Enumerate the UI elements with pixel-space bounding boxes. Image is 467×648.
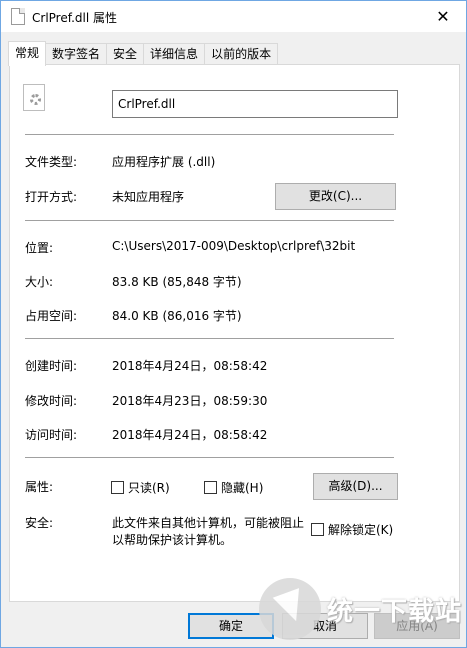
- security-text-line1: 此文件来自其他计算机，可能被阻止: [112, 516, 305, 530]
- modified-label: 修改时间:: [25, 394, 78, 408]
- advanced-button[interactable]: 高级(D)...: [313, 473, 398, 500]
- dll-file-icon: [23, 84, 45, 111]
- size-on-disk-value: 84.0 KB (86,016 字节): [112, 309, 242, 323]
- security-label: 安全:: [25, 516, 54, 530]
- attributes-label: 属性:: [25, 480, 54, 494]
- close-button[interactable]: ✕: [420, 1, 466, 32]
- tab-security[interactable]: 安全: [106, 43, 145, 65]
- properties-window: CrlPref.dll 属性 ✕ 常规 数字签名 安全 详细信息 以前的版本 C…: [0, 0, 467, 648]
- size-label: 大小:: [25, 275, 54, 289]
- separator: [25, 220, 394, 221]
- tab-previous-versions[interactable]: 以前的版本: [204, 43, 279, 65]
- file-type-value: 应用程序扩展 (.dll): [112, 155, 216, 169]
- readonly-checkbox-box[interactable]: [111, 481, 124, 494]
- separator: [25, 134, 394, 135]
- hidden-checkbox-box[interactable]: [204, 481, 217, 494]
- file-type-label: 文件类型:: [25, 155, 78, 169]
- file-name-field[interactable]: CrlPref.dll: [112, 90, 398, 118]
- created-value: 2018年4月24日，08:58:42: [112, 359, 268, 373]
- created-label: 创建时间:: [25, 359, 78, 373]
- location-label: 位置:: [25, 241, 54, 255]
- apply-button[interactable]: 应用(A): [374, 613, 460, 639]
- cancel-button[interactable]: 取消: [282, 613, 368, 639]
- separator: [25, 457, 394, 458]
- file-icon: [11, 8, 25, 25]
- window-title: CrlPref.dll 属性: [32, 11, 117, 25]
- unblock-checkbox-label: 解除锁定(K): [328, 523, 394, 537]
- tab-details[interactable]: 详细信息: [143, 43, 206, 65]
- tab-digital-signatures[interactable]: 数字签名: [45, 43, 108, 65]
- size-on-disk-label: 占用空间:: [25, 309, 78, 323]
- tab-general[interactable]: 常规: [8, 41, 47, 66]
- gear-icon: [30, 94, 41, 105]
- tab-bar: 常规 数字签名 安全 详细信息 以前的版本: [8, 41, 279, 66]
- title-bar[interactable]: CrlPref.dll 属性 ✕: [1, 1, 466, 32]
- readonly-checkbox[interactable]: 只读(R): [111, 479, 170, 496]
- accessed-value: 2018年4月24日，08:58:42: [112, 428, 268, 442]
- change-button[interactable]: 更改(C)...: [275, 183, 396, 210]
- unblock-checkbox[interactable]: 解除锁定(K): [311, 521, 393, 538]
- modified-value: 2018年4月23日，08:59:30: [112, 394, 268, 408]
- location-value: C:\Users\2017-009\Desktop\crlpref\32bit: [112, 239, 356, 253]
- accessed-label: 访问时间:: [25, 428, 78, 442]
- hidden-checkbox[interactable]: 隐藏(H): [204, 479, 263, 496]
- security-text-line2: 以帮助保护该计算机。: [112, 533, 233, 547]
- opens-with-label: 打开方式:: [25, 190, 78, 204]
- hidden-checkbox-label: 隐藏(H): [221, 481, 264, 495]
- readonly-checkbox-label: 只读(R): [128, 481, 170, 495]
- separator: [25, 338, 394, 339]
- ok-button[interactable]: 确定: [188, 613, 274, 639]
- unblock-checkbox-box[interactable]: [311, 523, 324, 536]
- size-value: 83.8 KB (85,848 字节): [112, 275, 242, 289]
- opens-with-value: 未知应用程序: [112, 190, 185, 204]
